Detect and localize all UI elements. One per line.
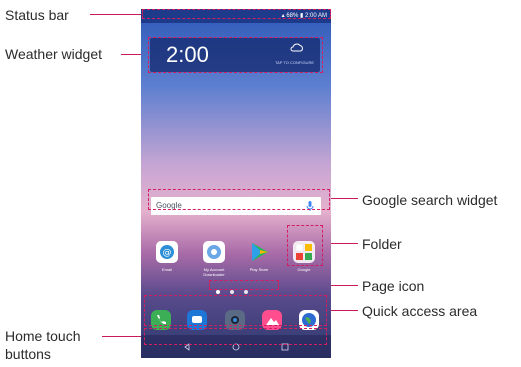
home-touch-buttons-label-line1: Home touch	[5, 328, 81, 344]
google-search-callout-line	[331, 198, 358, 199]
svg-text:@: @	[163, 248, 172, 258]
home-touch-buttons-highlight	[144, 328, 327, 345]
quick-access-area-label: Quick access area	[362, 303, 478, 319]
folder-highlight	[287, 225, 323, 266]
status-bar-callout-line	[90, 14, 142, 15]
folder-label: Folder	[362, 236, 402, 252]
email-app-icon[interactable]: @	[156, 241, 178, 263]
app-label-email: Email	[161, 267, 172, 272]
google-search-highlight	[148, 189, 330, 210]
quick-access-highlight	[144, 295, 327, 326]
page-icon-label: Page icon	[362, 278, 425, 294]
weather-widget-label: Weather widget	[5, 46, 103, 62]
home-touch-buttons-label-line2: buttons	[5, 346, 51, 362]
app-label-google-folder: Google	[297, 267, 311, 272]
status-bar-highlight	[142, 9, 331, 19]
app-label-my-account-downloader: My Account Downloader	[203, 267, 225, 277]
play-store-app-icon[interactable]	[248, 241, 270, 263]
page-dot-2	[230, 290, 234, 294]
app-label-play-store: Play Store	[249, 267, 269, 272]
google-search-widget-label: Google search widget	[362, 192, 498, 208]
status-bar-label: Status bar	[5, 7, 69, 23]
page-dot-1	[216, 290, 220, 294]
weather-widget-highlight	[148, 37, 323, 73]
page-dot-3	[244, 290, 248, 294]
page-icon-highlight	[209, 280, 279, 290]
quick-access-callout-line	[327, 310, 358, 311]
my-account-downloader-app-icon[interactable]	[203, 241, 225, 263]
